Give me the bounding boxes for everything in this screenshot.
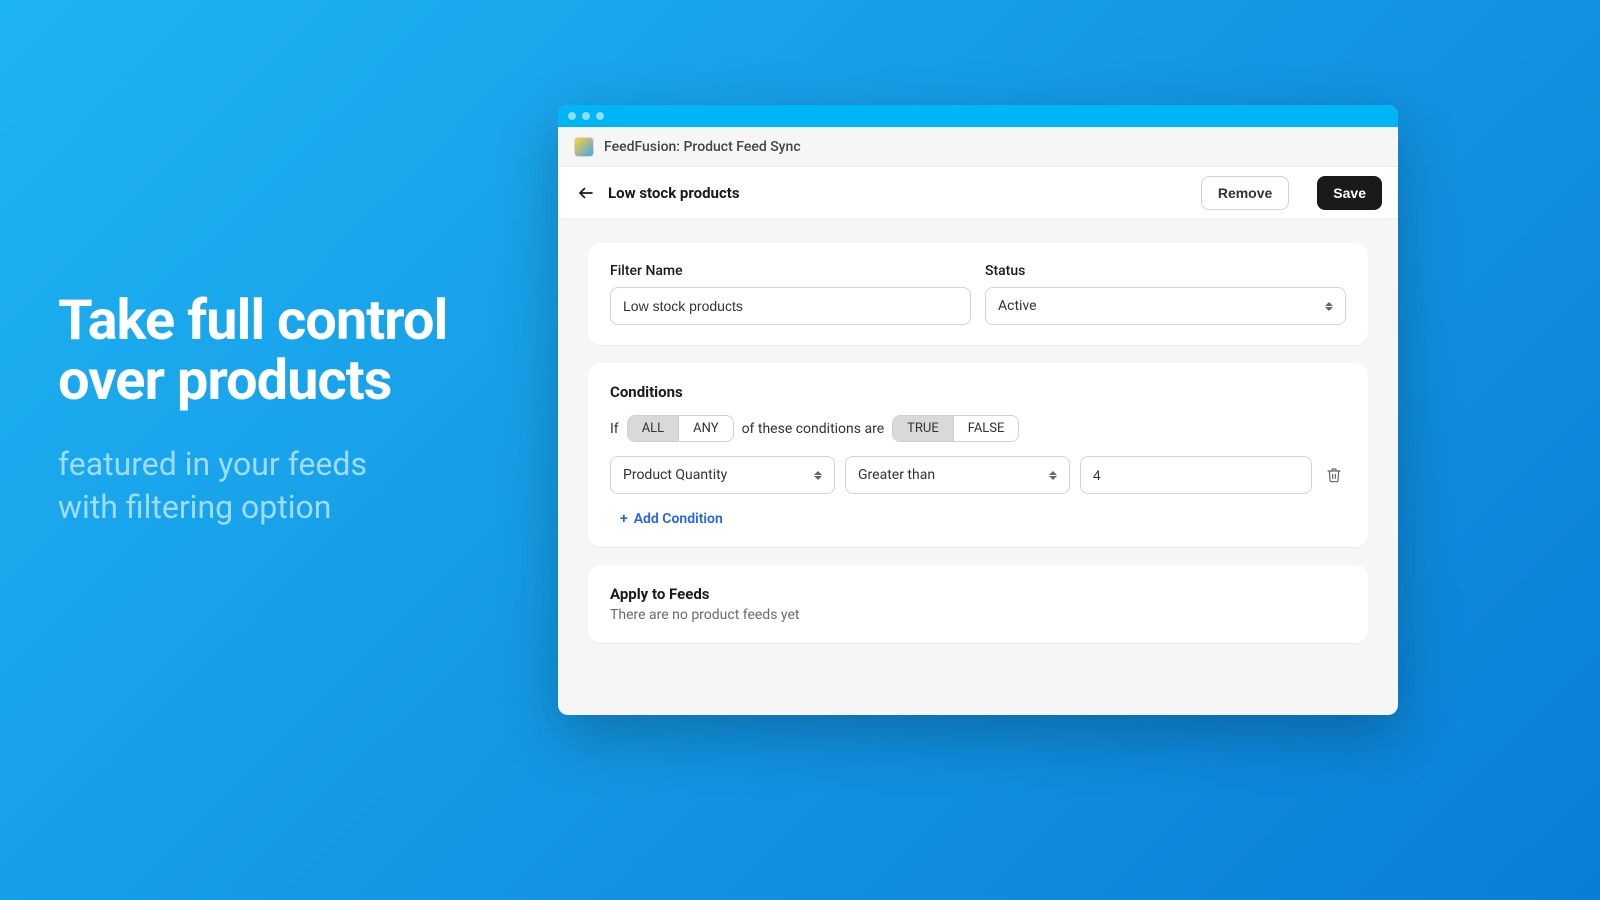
chevron-updown-icon	[1325, 302, 1333, 311]
promo-headline-line1: Take full control	[58, 290, 447, 350]
trash-icon	[1326, 467, 1342, 483]
bool-false-button[interactable]: FALSE	[953, 416, 1019, 441]
condition-attribute-value: Product Quantity	[623, 467, 727, 483]
chevron-updown-icon	[814, 471, 822, 480]
scope-toggle: ALL ANY	[627, 415, 734, 442]
status-value: Active	[998, 298, 1037, 314]
promo-sub-line1: featured in your feeds	[58, 443, 447, 486]
filter-name-input[interactable]	[610, 287, 971, 325]
page-title: Low stock products	[608, 184, 1191, 202]
condition-value-input[interactable]	[1080, 456, 1312, 494]
remove-button[interactable]: Remove	[1201, 176, 1289, 210]
app-window: FeedFusion: Product Feed Sync Low stock …	[558, 105, 1398, 715]
promo-sub-line2: with filtering option	[58, 486, 447, 529]
of-text: of these conditions are	[742, 421, 885, 437]
traffic-light-icon	[568, 112, 576, 120]
window-titlebar	[558, 105, 1398, 127]
filter-card: Filter Name Status Active	[588, 243, 1368, 345]
promo-headline: Take full control over products	[58, 290, 447, 411]
conditions-card: Conditions If ALL ANY of these condition…	[588, 363, 1368, 547]
add-condition-button[interactable]: + Add Condition	[610, 511, 723, 527]
plus-icon: +	[620, 511, 628, 527]
traffic-light-icon	[596, 112, 604, 120]
app-title: FeedFusion: Product Feed Sync	[604, 139, 801, 155]
status-select[interactable]: Active	[985, 287, 1346, 325]
arrow-left-icon	[577, 184, 595, 202]
delete-condition-button[interactable]	[1322, 463, 1346, 487]
add-condition-label: Add Condition	[634, 511, 723, 527]
save-button[interactable]: Save	[1317, 176, 1382, 210]
condition-row: Product Quantity Greater than	[610, 456, 1346, 494]
page-header: Low stock products Remove Save	[558, 167, 1398, 219]
app-header: FeedFusion: Product Feed Sync	[558, 127, 1398, 167]
app-logo-icon	[574, 137, 594, 157]
condition-value-field[interactable]	[1093, 467, 1299, 483]
promo-subhead: featured in your feeds with filtering op…	[58, 443, 447, 529]
filter-name-label: Filter Name	[610, 263, 971, 279]
bool-true-button[interactable]: TRUE	[893, 416, 953, 441]
chevron-updown-icon	[1049, 471, 1057, 480]
traffic-light-icon	[582, 112, 590, 120]
filter-name-field[interactable]	[623, 298, 958, 314]
status-label: Status	[985, 263, 1346, 279]
if-label: If	[610, 421, 619, 437]
scope-all-button[interactable]: ALL	[628, 416, 678, 441]
scope-any-button[interactable]: ANY	[678, 416, 732, 441]
condition-attribute-select[interactable]: Product Quantity	[610, 456, 835, 494]
back-button[interactable]	[574, 181, 598, 205]
apply-feeds-title: Apply to Feeds	[610, 585, 1346, 603]
conditions-title: Conditions	[610, 383, 1346, 401]
bool-toggle: TRUE FALSE	[892, 415, 1019, 442]
condition-operator-value: Greater than	[858, 467, 935, 483]
promo-headline-line2: over products	[58, 350, 447, 410]
feeds-empty-text: There are no product feeds yet	[610, 607, 1346, 623]
condition-operator-select[interactable]: Greater than	[845, 456, 1070, 494]
feeds-card: Apply to Feeds There are no product feed…	[588, 565, 1368, 643]
